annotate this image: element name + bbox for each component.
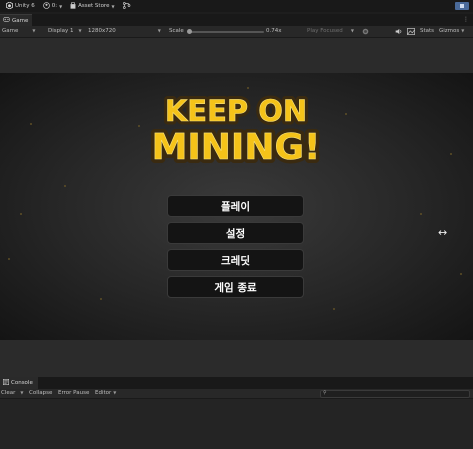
dust-particle (460, 273, 462, 275)
tab-console[interactable]: Console (0, 377, 38, 389)
account-icon (42, 1, 50, 11)
search-icon: ⚲ (323, 390, 327, 396)
dust-particle (100, 298, 102, 300)
asset-store-label: Asset Store (78, 3, 110, 9)
chevron-down-icon: ▼ (78, 28, 82, 33)
console-tab-strip: Console (0, 377, 473, 389)
resolution-label: 1280x720 (88, 28, 116, 34)
display-label: Display 1 (48, 28, 74, 34)
game-view: KEEP ON KEEP ON MINING! MINING! 플레이 설정 크… (0, 38, 473, 377)
play-button-label: 플레이 (221, 200, 250, 213)
dust-particle (420, 213, 422, 215)
account-dropdown[interactable]: 0: ▼ (41, 1, 64, 11)
console-search-input[interactable]: ⚲ (320, 390, 470, 398)
dust-particle (8, 258, 10, 260)
chevron-down-icon: ▼ (32, 28, 36, 33)
version-control-button[interactable] (121, 1, 133, 11)
unity-logo-icon (5, 1, 14, 11)
game-tab-strip: Game ⋮ (0, 14, 473, 26)
scale-slider-handle[interactable] (187, 29, 192, 34)
play-button[interactable]: 플레이 (167, 195, 304, 217)
chevron-down-icon: ▼ (350, 28, 354, 33)
logo-line1: KEEP ON (165, 94, 307, 128)
layout-icon (460, 4, 464, 8)
game-canvas[interactable]: KEEP ON KEEP ON MINING! MINING! 플레이 설정 크… (0, 73, 473, 340)
game-logo: KEEP ON KEEP ON MINING! MINING! (148, 91, 325, 173)
logo-line2: MINING! (152, 127, 321, 168)
console-toolbar: Clear ▼ Collapse Error Pause Editor ▼ ⚲ (0, 389, 473, 399)
credits-button[interactable]: 크레딧 (167, 249, 304, 271)
quit-game-button-label: 게임 종료 (214, 281, 257, 294)
chevron-down-icon: ▼ (157, 28, 161, 33)
chevron-down-icon: ▼ (461, 28, 465, 33)
settings-button[interactable]: 설정 (167, 222, 304, 244)
unity-version-label: Unity 6 (15, 3, 35, 9)
version-control-icon (122, 1, 131, 11)
unity-menu[interactable]: Unity 6 (4, 1, 37, 11)
chevron-down-icon: ▼ (59, 3, 63, 9)
credits-button-label: 크레딧 (221, 254, 250, 267)
tab-game[interactable]: Game (0, 14, 32, 26)
stats-button[interactable]: Stats (420, 28, 434, 34)
frame-debugger-icon[interactable] (362, 28, 369, 37)
gizmos-button[interactable]: Gizmos ▼ (439, 28, 464, 34)
tab-console-label: Console (11, 380, 33, 386)
clear-label: Clear (1, 390, 16, 396)
play-focused-label: Play Focused (307, 28, 343, 34)
console-icon (3, 379, 9, 387)
tab-game-label: Game (12, 17, 29, 24)
layout-button[interactable] (455, 2, 469, 10)
scale-value: 0.74x (266, 28, 282, 34)
display-dropdown[interactable]: Display 1 ▼ (48, 28, 82, 34)
resolution-dropdown[interactable]: 1280x720 ▼ (88, 28, 161, 34)
view-mode-label: Game (2, 28, 19, 34)
dust-particle (64, 185, 66, 187)
editor-label: Editor (95, 390, 112, 396)
gizmos-label: Gizmos (439, 28, 460, 34)
view-mode-dropdown[interactable]: Game ▼ (2, 28, 35, 34)
dust-particle (333, 308, 335, 310)
play-focused-dropdown[interactable]: Play Focused ▼ (307, 28, 354, 34)
more-options-icon[interactable]: ⋮ (463, 16, 469, 23)
top-bar: Unity 6 0: ▼ Asset Store ▼ (0, 0, 473, 12)
resize-cursor-icon: ↔ (438, 226, 448, 239)
asset-store-dropdown[interactable]: Asset Store ▼ (68, 1, 116, 11)
chevron-down-icon: ▼ (20, 390, 24, 395)
console-log-area[interactable] (0, 399, 473, 449)
account-label: 0: (51, 3, 58, 9)
clear-dropdown[interactable]: Clear ▼ (1, 390, 23, 396)
game-toolbar: Game ▼ Display 1 ▼ 1280x720 ▼ Scale 0.74x P… (0, 26, 473, 38)
gallery-icon[interactable] (407, 28, 415, 37)
speaker-icon[interactable] (395, 28, 403, 37)
chevron-down-icon: ▼ (113, 390, 117, 395)
shopping-bag-icon (70, 1, 76, 11)
dust-particle (20, 213, 22, 215)
settings-button-label: 설정 (225, 227, 246, 240)
scale-label: Scale (169, 28, 184, 34)
quit-game-button[interactable]: 게임 종료 (167, 276, 304, 298)
collapse-button[interactable]: Collapse (29, 390, 52, 396)
editor-dropdown[interactable]: Editor ▼ (95, 390, 116, 396)
scale-slider-track[interactable] (188, 31, 264, 33)
gamepad-icon (2, 17, 10, 24)
chevron-down-icon: ▼ (111, 3, 115, 9)
error-pause-button[interactable]: Error Pause (58, 390, 89, 396)
